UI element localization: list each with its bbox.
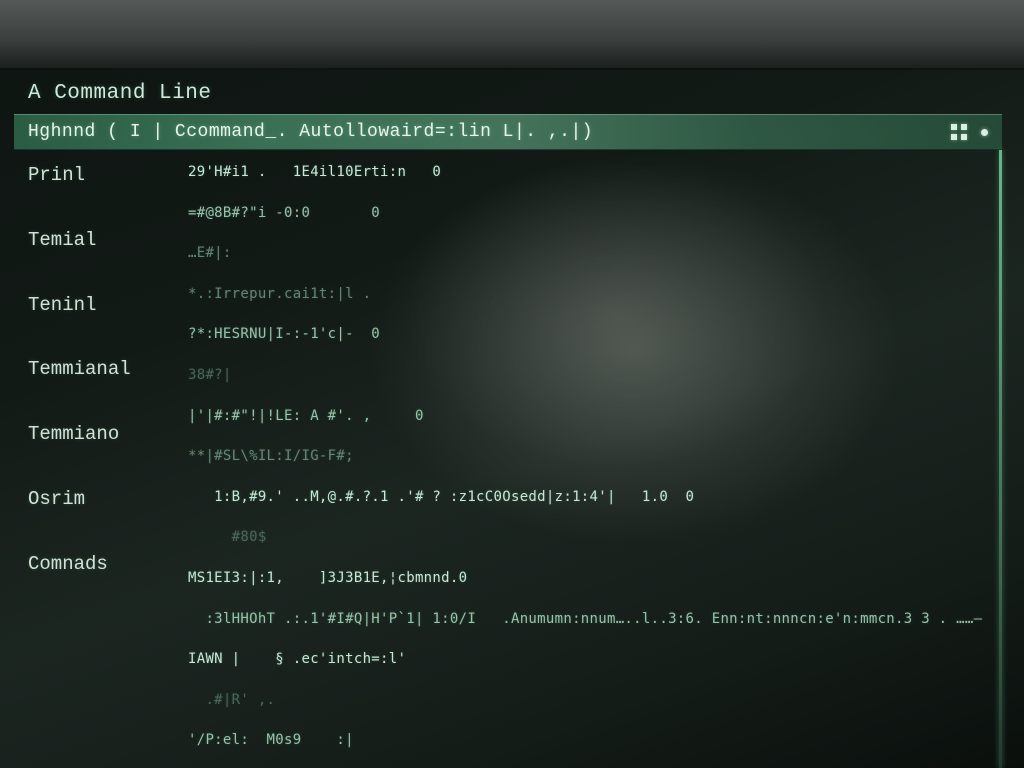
sidebar-item-terminal-2[interactable]: Teninl [28,294,166,317]
sidebar-item-label: Comnads [28,553,108,575]
sidebar-item-terminal-4[interactable]: Temmiano [28,423,166,446]
terminal-line: 1:B,#9.' ..M,@.#.?.1 .'# ? :z1cC0Osedd|z… [188,487,990,507]
terminal-line: 29'H#i1 . 1E4il10Erti:n 0 [188,162,990,182]
terminal-line: **|#SL\%IL:I/IG-F#; [188,446,990,466]
terminal-line: |'|#:#"!|!LE: A #'. , 0 [188,406,990,426]
sidebar-item-osrim[interactable]: Osrim [28,488,166,511]
sidebar-item-print[interactable]: Prinl [28,164,166,187]
terminal-line: #80$ [188,527,990,547]
sidebar: Prinl Temial Teninl Temmianal Temmiano O… [28,162,166,768]
terminal-line: =#@8B#?"i -0:0 0 [188,203,990,223]
terminal-line: MS1EI3:|:1, ]3J3B1E,¦cbmnnd.0 [188,568,990,588]
terminal-line: 38#?| [188,365,990,385]
content-area: Prinl Temial Teninl Temmianal Temmiano O… [28,162,990,768]
terminal-line: '/P:el: M0s9 :| [188,730,990,750]
terminal-line: *.:Irrepur.cai1t:|l . [188,284,990,304]
terminal-line: :3lHHOhT .:.1'#I#Q|H'P`1| 1:0/I .Anumumn… [188,609,990,629]
sidebar-item-label: Temmianal [28,358,131,380]
terminal-line: .#|R' ,. [188,690,990,710]
monitor-bezel [0,0,1024,70]
status-bar-text: Hghnnd ( I | Ccommand_. Autollowaird=:li… [28,122,593,142]
terminal-output[interactable]: 29'H#i1 . 1E4il10Erti:n 0 =#@8B#?"i -0:0… [188,162,990,768]
sidebar-item-label: Prinl [28,164,85,186]
terminal-screen: A Command Line Hghnnd ( I | Ccommand_. A… [0,70,1024,768]
sidebar-item-terminal-1[interactable]: Temial [28,229,166,252]
sidebar-item-label: Osrim [28,488,85,510]
sidebar-item-label: Temmiano [28,423,119,445]
vertical-scrollbar[interactable] [999,150,1002,768]
sidebar-item-terminal-3[interactable]: Temmianal [28,358,166,381]
status-bar: Hghnnd ( I | Ccommand_. Autollowaird=:li… [14,114,1002,150]
window-title: A Command Line [28,82,211,105]
sidebar-item-commands[interactable]: Comnads [28,553,166,576]
terminal-line: …E#|: [188,243,990,263]
sidebar-item-label: Temial [28,229,96,251]
grid-icon[interactable] [951,124,967,140]
dot-icon[interactable] [981,129,988,136]
sidebar-item-label: Teninl [28,294,96,316]
terminal-line: ?*:HESRNU|I-:-1'c|- 0 [188,324,990,344]
terminal-line: IAWN | § .ec'intch=:l' [188,649,990,669]
